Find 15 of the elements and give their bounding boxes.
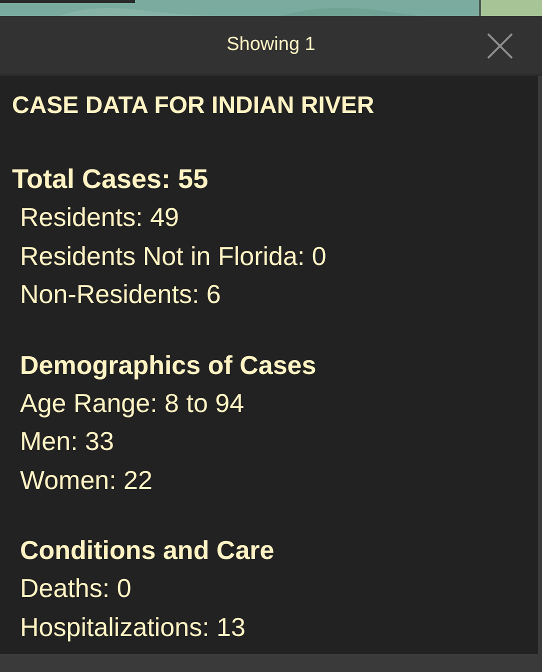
section-heading: Total Cases: 55 xyxy=(12,163,210,196)
close-button[interactable] xyxy=(486,32,514,60)
section-heading: Demographics of Cases xyxy=(20,348,318,382)
info-line: Residents: 49 xyxy=(20,201,180,234)
info-line: Men: 33 xyxy=(20,425,115,458)
info-line: Non-Residents: 6 xyxy=(20,278,222,311)
popup-title: CASE DATA FOR INDIAN RIVER xyxy=(12,91,376,121)
info-line: Deaths: 0 xyxy=(20,572,132,605)
info-line: Age Range: 8 to 94 xyxy=(20,386,246,420)
section-heading: Conditions and Care xyxy=(20,534,276,567)
info-line: Hospitalizations: 13 xyxy=(20,610,246,644)
close-icon xyxy=(487,33,513,59)
popup-count: Showing 1 xyxy=(226,32,316,57)
info-line: Residents Not in Florida: 0 xyxy=(20,240,328,272)
info-line: Women: 22 xyxy=(20,464,154,496)
